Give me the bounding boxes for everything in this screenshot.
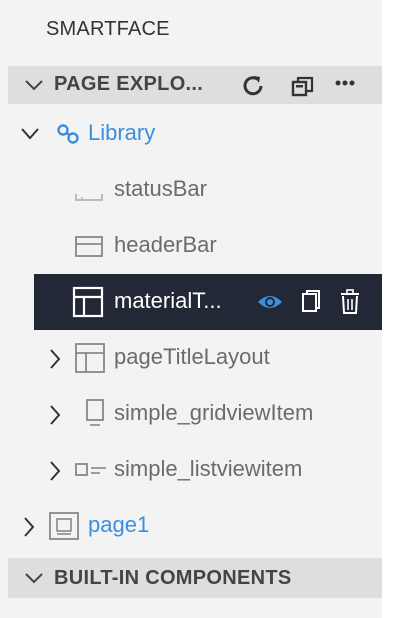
- page1-label: page1: [88, 512, 150, 537]
- tree-item-materialtextbox[interactable]: materialT...: [34, 274, 382, 330]
- duplicate-icon[interactable]: [300, 289, 322, 320]
- refresh-icon[interactable]: [240, 73, 266, 104]
- tree-item-label: simple_listviewitem: [114, 456, 303, 481]
- tree-item-label: statusBar: [114, 176, 207, 201]
- gridview-item-icon: [84, 398, 108, 435]
- tree-item-simple-listviewitem[interactable]: simple_listviewitem: [8, 442, 382, 498]
- tree-item-label: pageTitleLayout: [114, 344, 270, 369]
- trash-icon[interactable]: [339, 289, 361, 320]
- app-title: SMARTFACE: [46, 18, 170, 40]
- chevron-right-icon[interactable]: [48, 348, 62, 375]
- headerbar-icon: [74, 234, 104, 263]
- page-icon: [48, 511, 80, 546]
- builtin-components-title: BUILT-IN COMPONENTS: [54, 567, 292, 589]
- tree-item-simple-gridviewitem[interactable]: simple_gridviewItem: [8, 386, 382, 442]
- layout-icon: [72, 286, 104, 323]
- eye-icon[interactable]: [256, 292, 284, 317]
- page-explorer-title: PAGE EXPLO...: [54, 73, 204, 95]
- layout-icon: [74, 342, 106, 379]
- chevron-down-icon[interactable]: [24, 570, 44, 591]
- chevron-right-icon[interactable]: [48, 404, 62, 431]
- tree-item-label: simple_gridviewItem: [114, 400, 314, 425]
- collapse-all-icon[interactable]: [290, 73, 316, 104]
- tree-item-headerbar[interactable]: headerBar: [8, 218, 382, 274]
- tree-item-label: materialT...: [114, 288, 222, 313]
- builtin-components-header[interactable]: BUILT-IN COMPONENTS: [8, 558, 382, 598]
- tree-item-statusbar[interactable]: statusBar: [8, 162, 382, 218]
- tree-item-pagetitlelayout[interactable]: pageTitleLayout: [8, 330, 382, 386]
- library-label: Library: [88, 120, 156, 145]
- chevron-down-icon[interactable]: [20, 126, 40, 147]
- statusbar-icon: [74, 182, 104, 207]
- tree-item-label: headerBar: [114, 232, 217, 257]
- listview-item-icon: [74, 460, 110, 485]
- more-icon[interactable]: [334, 73, 356, 104]
- chevron-right-icon[interactable]: [48, 460, 62, 487]
- link-icon: [56, 122, 82, 151]
- tree-item-page1[interactable]: page1: [8, 498, 382, 554]
- chevron-right-icon[interactable]: [22, 516, 36, 543]
- tree-item-library[interactable]: Library: [8, 106, 382, 162]
- explorer-panel: SMARTFACE PAGE EXPLO... Library statusBa…: [0, 0, 382, 618]
- page-explorer-header[interactable]: PAGE EXPLO...: [8, 66, 382, 104]
- chevron-down-icon[interactable]: [24, 77, 44, 98]
